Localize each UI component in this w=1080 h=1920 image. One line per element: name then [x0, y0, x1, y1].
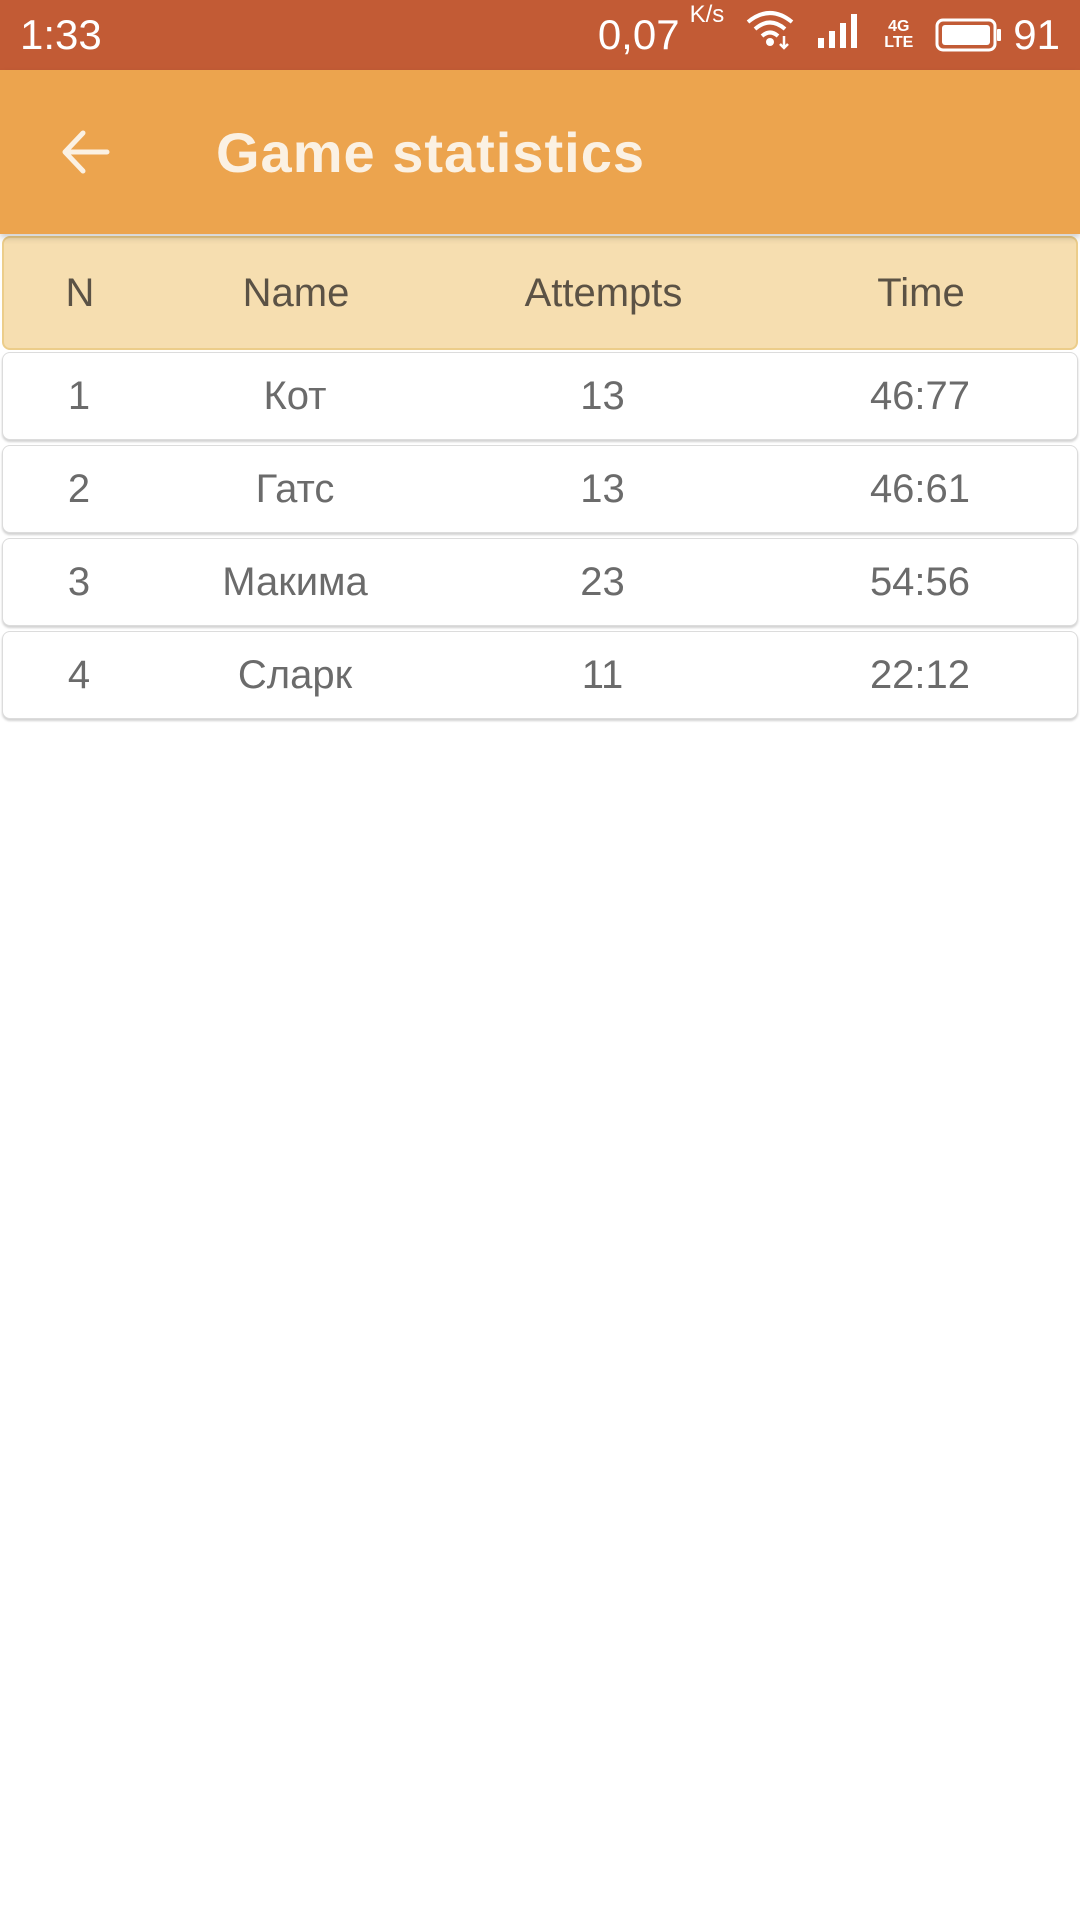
statistics-table: N Name Attempts Time 1 Кот 13 46:77 2 Га… [0, 236, 1080, 724]
row-attempts: 13 [580, 373, 625, 418]
net-speed-value: 0,07 [597, 11, 680, 58]
row-name: Гатс [255, 466, 335, 511]
column-header-time: Time [877, 270, 965, 315]
net-speed: 0,07 K/s [597, 1, 724, 59]
network-type-bottom: LTE [884, 34, 914, 51]
row-name: Кот [263, 373, 327, 418]
row-name: Макима [222, 559, 368, 604]
status-time: 1:33 [20, 11, 102, 58]
network-type: 4G LTE [884, 19, 913, 51]
row-attempts: 11 [581, 652, 624, 697]
network-type-top: 4G [888, 18, 910, 35]
back-button[interactable] [50, 117, 120, 187]
row-number: 1 [67, 373, 91, 418]
battery-level: 91 [1013, 11, 1060, 58]
row-time: 22:12 [869, 652, 971, 697]
row-attempts: 13 [580, 466, 625, 511]
row-number: 2 [67, 466, 91, 511]
net-speed-unit: K/s [689, 1, 725, 28]
arrow-left-icon [62, 130, 110, 174]
table-header: N Name Attempts Time [2, 236, 1078, 350]
status-icons: 0,07 K/s 4G LTE 91 [597, 1, 1060, 60]
signal-icon [816, 10, 862, 60]
battery-icon [935, 18, 1002, 52]
table-row[interactable]: 1 Кот 13 46:77 [2, 352, 1078, 440]
row-time: 54:56 [869, 559, 971, 604]
row-time: 46:77 [869, 373, 971, 418]
row-name: Сларк [237, 652, 353, 697]
row-number: 3 [67, 559, 91, 604]
column-header-attempts: Attempts [524, 270, 683, 315]
table-row[interactable]: 4 Сларк 11 22:12 [2, 631, 1078, 719]
wifi-icon [746, 10, 794, 60]
app-bar: Game statistics [0, 70, 1080, 234]
row-time: 46:61 [869, 466, 971, 511]
page-title: Game statistics [216, 120, 645, 184]
row-attempts: 23 [580, 559, 625, 604]
status-bar: 1:33 0,07 K/s 4G LTE 91 [0, 0, 1080, 70]
battery: 91 [935, 11, 1060, 59]
row-number: 4 [67, 652, 91, 697]
table-row[interactable]: 3 Макима 23 54:56 [2, 538, 1078, 626]
column-header-name: Name [242, 270, 350, 315]
table-row[interactable]: 2 Гатс 13 46:61 [2, 445, 1078, 533]
column-header-n: N [65, 270, 95, 315]
